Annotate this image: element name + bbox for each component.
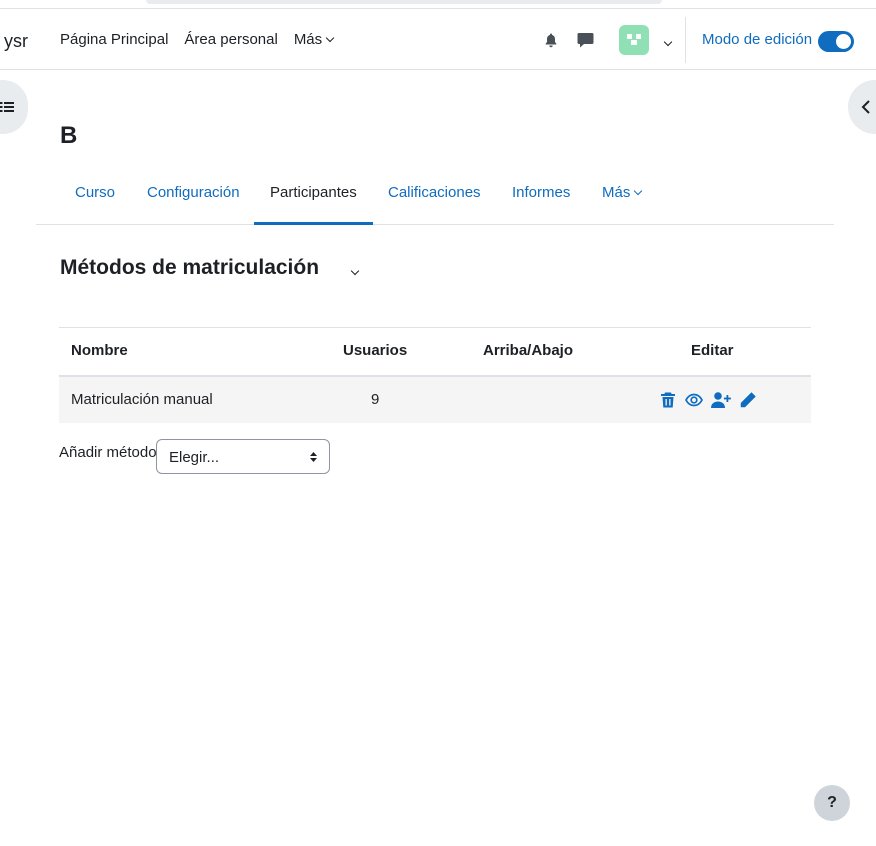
edit-mode-label: Modo de edición [702, 31, 813, 48]
nav-home[interactable]: Página Principal [60, 31, 168, 48]
column-header-updown: Arriba/Abajo [483, 342, 574, 359]
page-heading: Métodos de matriculación [60, 256, 320, 279]
nav-dashboard[interactable]: Área personal [184, 31, 277, 48]
row-actions [659, 391, 757, 409]
method-name: Matriculación manual [71, 391, 213, 408]
messages-icon[interactable] [577, 32, 594, 48]
column-header-name: Nombre [71, 342, 128, 359]
chevron-down-icon [634, 186, 643, 196]
help-button[interactable]: ? [814, 785, 850, 821]
chevron-down-icon [350, 266, 360, 276]
block-drawer-toggle[interactable] [848, 80, 876, 134]
column-header-edit: Editar [691, 342, 734, 359]
table-header: Nombre Usuarios Arriba/Abajo Editar [59, 328, 811, 377]
site-brand[interactable]: ysr [4, 31, 28, 52]
tab-course[interactable]: Curso [59, 166, 131, 225]
tab-grades[interactable]: Calificaciones [372, 166, 497, 225]
user-avatar[interactable] [619, 25, 649, 55]
tab-settings[interactable]: Configuración [131, 166, 256, 225]
bell-icon[interactable] [543, 32, 559, 48]
chevron-down-icon [663, 37, 673, 47]
list-icon [0, 102, 14, 112]
navbar-divider [685, 17, 686, 63]
top-navbar: ysr Página Principal Área personal Más M… [0, 8, 876, 70]
user-menu-toggle[interactable] [660, 35, 673, 53]
add-method-select-value: Elegir... [169, 449, 220, 466]
tab-more[interactable]: Más [586, 166, 657, 225]
column-header-users: Usuarios [343, 342, 408, 359]
sort-arrows-icon [310, 452, 317, 462]
nav-more-label: Más [293, 31, 323, 48]
nav-more[interactable]: Más [293, 31, 335, 48]
trash-icon[interactable] [659, 391, 677, 409]
heading-dropdown-toggle[interactable] [347, 264, 360, 282]
chevron-down-icon [325, 33, 335, 43]
table-row: Matriculación manual 9 [59, 377, 811, 423]
browser-strip [146, 0, 662, 4]
chevron-left-icon [861, 100, 870, 114]
avatar-pattern-icon [627, 34, 641, 45]
tab-reports[interactable]: Informes [496, 166, 586, 225]
pencil-icon[interactable] [739, 391, 757, 409]
enrolment-methods-table: Nombre Usuarios Arriba/Abajo Editar Matr… [59, 327, 811, 423]
method-users: 9 [371, 391, 380, 408]
course-title: B [60, 122, 78, 149]
primary-navigation: Página Principal Área personal Más [60, 31, 335, 48]
eye-icon[interactable] [685, 391, 703, 409]
tab-more-label: Más [602, 184, 631, 201]
edit-mode-toggle[interactable] [818, 31, 854, 52]
course-index-drawer-toggle[interactable] [0, 80, 28, 134]
tab-participants[interactable]: Participantes [254, 166, 373, 225]
add-method-label: Añadir método [59, 444, 157, 461]
secondary-navigation: Curso Configuración Participantes Califi… [36, 166, 834, 225]
add-method-select[interactable]: Elegir... [156, 439, 330, 474]
enrol-users-icon[interactable] [711, 391, 731, 409]
